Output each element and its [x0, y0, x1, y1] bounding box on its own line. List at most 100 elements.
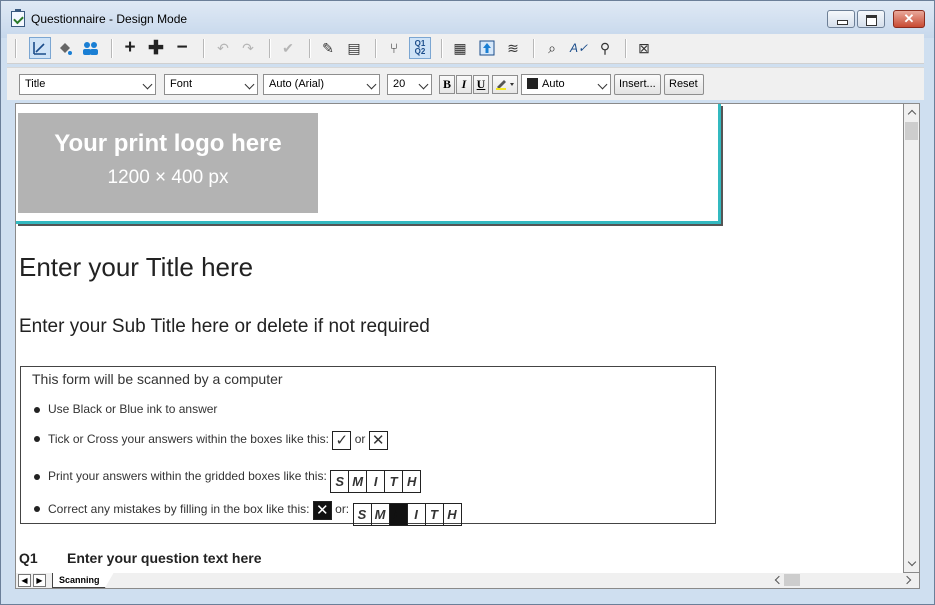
- tick-example-icon: ✓: [332, 431, 352, 450]
- underline-button[interactable]: U: [473, 75, 489, 94]
- table-icon[interactable]: ▦: [449, 37, 471, 59]
- letter-grid-example: S M I T H: [330, 470, 422, 493]
- instructions-heading: This form will be scanned by a computer: [32, 371, 283, 387]
- toolbar-separator: [269, 39, 271, 58]
- instruction-text: Tick or Cross your answers within the bo…: [48, 432, 329, 446]
- q2-text: Q2: [414, 47, 426, 56]
- fit-icon[interactable]: ⊠: [633, 37, 655, 59]
- add-icon[interactable]: +: [119, 37, 141, 59]
- paint-bucket-icon[interactable]: [54, 37, 76, 59]
- design-canvas[interactable]: Your print logo here 1200 × 400 px Enter…: [15, 103, 904, 575]
- toolbar-separator: [375, 39, 377, 58]
- color-select[interactable]: Auto: [521, 74, 611, 95]
- toolbar-separator: [15, 39, 17, 58]
- filled-box-example-icon: ✕: [312, 501, 332, 520]
- scroll-left-icon[interactable]: [774, 575, 784, 585]
- correction-grid-example: S M E I T H: [352, 503, 462, 526]
- sheet-next-icon[interactable]: ▶: [33, 574, 46, 587]
- people-icon[interactable]: [79, 37, 101, 59]
- grid-cell: I: [367, 471, 386, 492]
- bold-button[interactable]: B: [439, 75, 455, 94]
- logo-size-text: 1200 × 400 px: [107, 167, 229, 188]
- design-icon[interactable]: [29, 37, 51, 59]
- edit-icon[interactable]: ✎: [317, 37, 339, 59]
- grid-cell: M: [372, 504, 390, 525]
- chevron-down-icon: [142, 79, 153, 90]
- toolbar-separator: [441, 39, 443, 58]
- instruction-item: Tick or Cross your answers within the bo…: [34, 431, 388, 450]
- or-text: or:: [335, 502, 350, 516]
- remove-icon[interactable]: −: [171, 37, 193, 59]
- format-toolbar: Title Font Auto (Arial) 20 B I U Auto In…: [7, 67, 924, 100]
- header-frame[interactable]: Your print logo here 1200 × 400 px: [16, 104, 721, 224]
- page-title[interactable]: Enter your Title here: [19, 252, 253, 283]
- paint-bucket-svg: [60, 43, 72, 55]
- grid-cell: I: [408, 504, 426, 525]
- horizontal-scrollbar[interactable]: [770, 573, 920, 588]
- scroll-right-icon[interactable]: [902, 575, 912, 585]
- q1-q2-icon[interactable]: Q1 Q2: [409, 37, 431, 59]
- check-icon[interactable]: ✔: [277, 37, 299, 59]
- insert-button[interactable]: Insert...: [614, 74, 661, 95]
- logo-placeholder[interactable]: Your print logo here 1200 × 400 px: [18, 113, 318, 213]
- question-text[interactable]: Enter your question text here: [67, 550, 261, 566]
- layers-icon[interactable]: ≋: [502, 37, 524, 59]
- preview-icon[interactable]: ▤: [343, 37, 365, 59]
- instructions-box[interactable]: This form will be scanned by a computer …: [20, 366, 716, 526]
- close-button[interactable]: ✕: [893, 10, 925, 28]
- toolbar-separator: [625, 39, 627, 58]
- h-scroll-thumb[interactable]: [784, 574, 800, 586]
- font-size-value: 20: [393, 78, 406, 90]
- zoom-page-icon[interactable]: ⌕: [541, 37, 563, 59]
- instruction-text: Use Black or Blue ink to answer: [48, 402, 218, 416]
- spell-check-icon[interactable]: A✓: [568, 37, 590, 59]
- undo-icon[interactable]: ↶: [212, 37, 234, 59]
- instruction-item: Use Black or Blue ink to answer: [34, 402, 217, 416]
- branch-icon[interactable]: ⑂: [383, 37, 405, 59]
- grid-cell: T: [426, 504, 444, 525]
- instruction-text: Print your answers within the gridded bo…: [48, 469, 327, 483]
- highlight-color-button[interactable]: [492, 75, 518, 94]
- instruction-item: Print your answers within the gridded bo…: [34, 469, 422, 493]
- or-text: or: [354, 432, 366, 446]
- clipboard-icon: [11, 9, 25, 27]
- color-value: Auto: [542, 78, 565, 90]
- style-value: Title: [25, 78, 46, 90]
- vertical-scrollbar[interactable]: [903, 103, 920, 573]
- reset-button[interactable]: Reset: [664, 74, 704, 95]
- sheet-tab-scanning[interactable]: Scanning: [52, 573, 114, 588]
- font-face-value: Auto (Arial): [269, 78, 325, 90]
- grid-cell: S: [354, 504, 372, 525]
- title-bar: Questionnaire - Design Mode ✕: [1, 1, 934, 38]
- spell-check-glyph: A✓: [569, 41, 589, 55]
- style-select[interactable]: Title: [19, 74, 156, 95]
- grid-cell: S: [331, 471, 350, 492]
- window-title: Questionnaire - Design Mode: [31, 12, 188, 26]
- upload-svg: [479, 40, 495, 56]
- upload-icon[interactable]: [476, 37, 498, 59]
- font-size-select[interactable]: 20: [387, 74, 432, 95]
- font-select[interactable]: Font: [164, 74, 258, 95]
- find-icon[interactable]: ⚲: [594, 37, 616, 59]
- italic-button[interactable]: I: [456, 75, 472, 94]
- grid-cell: M: [349, 471, 368, 492]
- close-icon: ✕: [903, 11, 915, 26]
- minimize-button[interactable]: [827, 10, 855, 28]
- scroll-thumb[interactable]: [905, 122, 918, 140]
- font-value: Font: [170, 78, 193, 90]
- chevron-down-icon: [418, 79, 429, 90]
- q1-q2-label: Q1 Q2: [415, 40, 426, 56]
- question-number[interactable]: Q1: [19, 550, 38, 566]
- add-multiple-icon[interactable]: ✚: [145, 37, 167, 59]
- highlighter-icon: [496, 80, 514, 90]
- maximize-button[interactable]: [857, 10, 885, 28]
- redo-icon[interactable]: ↷: [237, 37, 259, 59]
- sheet-prev-icon[interactable]: ◀: [18, 574, 31, 587]
- chevron-down-icon: [597, 79, 608, 90]
- toolbar-separator: [203, 39, 205, 58]
- scroll-up-icon[interactable]: [907, 109, 917, 119]
- cross-example-icon: ✕: [368, 431, 388, 450]
- scroll-down-icon[interactable]: [907, 557, 917, 567]
- font-face-select[interactable]: Auto (Arial): [263, 74, 380, 95]
- page-subtitle[interactable]: Enter your Sub Title here or delete if n…: [19, 316, 430, 338]
